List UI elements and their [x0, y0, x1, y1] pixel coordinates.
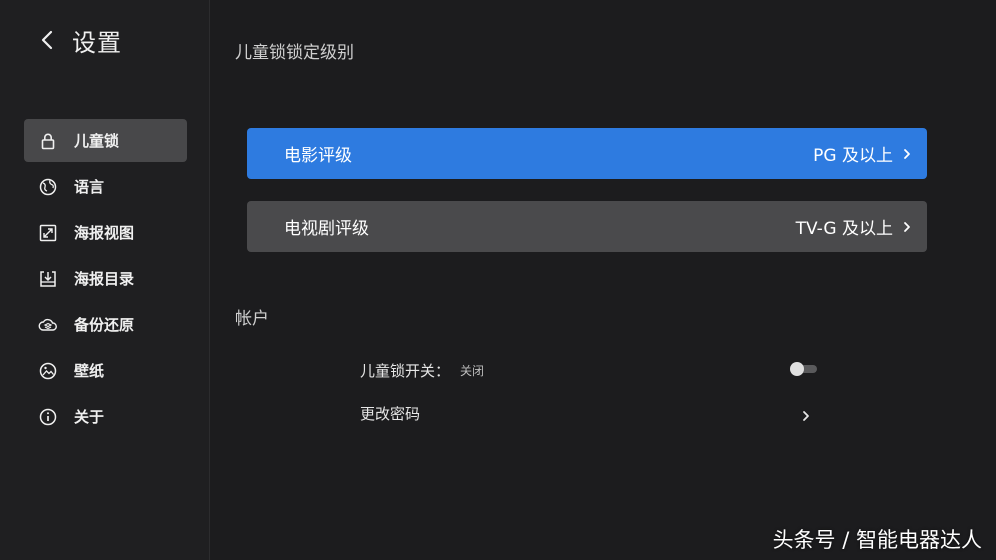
download-box-icon — [38, 269, 58, 289]
cloud-layers-icon — [38, 315, 58, 335]
child-lock-switch-label: 儿童锁开关： — [360, 362, 451, 380]
sidebar-item-label: 关于 — [74, 408, 105, 426]
sidebar-item-backup-restore[interactable]: 备份还原 — [24, 303, 187, 346]
chevron-right-icon — [903, 220, 913, 234]
tv-rating-row[interactable]: 电视剧评级 TV-G 及以上 — [247, 201, 927, 252]
movie-rating-label: 电影评级 — [284, 146, 352, 166]
watermark: 头条号 / 智能电器达人 — [772, 528, 982, 552]
movie-rating-value: PG 及以上 — [813, 146, 893, 166]
change-password-label: 更改密码 — [360, 405, 421, 423]
main-content: 儿童锁锁定级别 电影评级 PG 及以上 电视剧评级 TV-G 及以上 帐户 儿童… — [211, 0, 996, 560]
child-lock-switch-state: 关闭 — [460, 364, 485, 378]
change-password-row[interactable]: 更改密码 — [360, 403, 810, 425]
sidebar-item-label: 语言 — [74, 178, 105, 196]
expand-icon — [38, 223, 58, 243]
header: 设置 — [36, 22, 122, 58]
sidebar-item-label: 备份还原 — [74, 316, 135, 334]
sidebar-item-label: 海报视图 — [74, 224, 135, 242]
account-heading: 帐户 — [235, 309, 269, 329]
tv-rating-value: TV-G 及以上 — [795, 219, 893, 239]
info-icon — [38, 407, 58, 427]
sidebar-item-language[interactable]: 语言 — [24, 165, 187, 208]
sidebar-item-about[interactable]: 关于 — [24, 395, 187, 438]
child-lock-toggle[interactable] — [790, 362, 818, 376]
image-icon — [38, 361, 58, 381]
sidebar-item-poster-directory[interactable]: 海报目录 — [24, 257, 187, 300]
sidebar-item-child-lock[interactable]: 儿童锁 — [24, 119, 187, 162]
lock-level-heading: 儿童锁锁定级别 — [235, 43, 354, 63]
chevron-left-icon — [41, 30, 53, 50]
sidebar-item-label: 壁纸 — [74, 362, 105, 380]
sidebar-item-wallpaper[interactable]: 壁纸 — [24, 349, 187, 392]
page-title: 设置 — [72, 28, 122, 57]
tv-rating-label: 电视剧评级 — [284, 219, 369, 239]
sidebar-item-label: 海报目录 — [74, 270, 135, 288]
sidebar-nav: 儿童锁 语言 海报视图 海报目录 备份还原 壁纸 关于 — [24, 119, 187, 441]
chevron-right-icon — [802, 407, 810, 426]
globe-icon — [38, 177, 58, 197]
sidebar: 设置 儿童锁 语言 海报视图 海报目录 备份还原 壁纸 关于 — [0, 0, 210, 560]
sidebar-item-label: 儿童锁 — [74, 132, 120, 150]
sidebar-item-poster-view[interactable]: 海报视图 — [24, 211, 187, 254]
toggle-knob — [790, 362, 804, 376]
back-button[interactable] — [36, 25, 58, 55]
chevron-right-icon — [903, 147, 913, 161]
movie-rating-row[interactable]: 电影评级 PG 及以上 — [247, 128, 927, 179]
lock-icon — [38, 131, 58, 151]
